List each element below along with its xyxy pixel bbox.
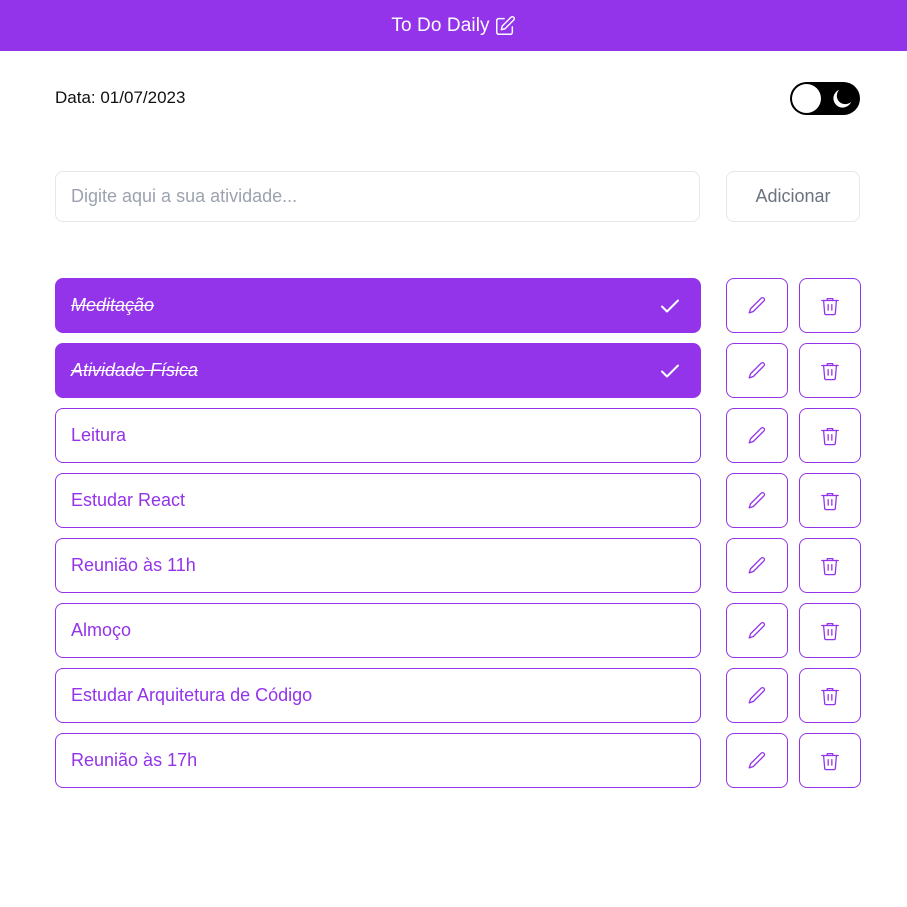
current-date: Data: 01/07/2023 — [55, 88, 186, 107]
check-icon — [658, 359, 682, 388]
task-label: Estudar Arquitetura de Código — [71, 685, 313, 705]
task-item[interactable]: Almoço — [55, 603, 701, 658]
trash-icon — [819, 620, 841, 642]
pencil-icon — [746, 750, 768, 772]
task-item[interactable]: Atividade Física — [55, 343, 701, 398]
pencil-icon — [746, 555, 768, 577]
theme-toggle[interactable] — [790, 82, 860, 115]
delete-task-button[interactable] — [799, 408, 861, 463]
edit-icon — [494, 15, 516, 37]
delete-task-button[interactable] — [799, 538, 861, 593]
task-label: Reunião às 11h — [71, 555, 196, 575]
task-label: Meditação — [71, 295, 155, 315]
task-label: Reunião às 17h — [71, 750, 198, 770]
edit-task-button[interactable] — [726, 473, 788, 528]
pencil-icon — [746, 620, 768, 642]
delete-task-button[interactable] — [799, 733, 861, 788]
task-row: Estudar React — [55, 473, 861, 528]
task-label: Estudar React — [71, 490, 186, 510]
task-row: Almoço — [55, 603, 861, 658]
pencil-icon — [746, 295, 768, 317]
edit-task-button[interactable] — [726, 733, 788, 788]
task-row: Estudar Arquitetura de Código — [55, 668, 861, 723]
task-row: Reunião às 17h — [55, 733, 861, 788]
edit-task-button[interactable] — [726, 668, 788, 723]
delete-task-button[interactable] — [799, 278, 861, 333]
edit-task-button[interactable] — [726, 603, 788, 658]
delete-task-button[interactable] — [799, 603, 861, 658]
task-row: Atividade Física — [55, 343, 861, 398]
edit-task-button[interactable] — [726, 343, 788, 398]
check-icon — [658, 294, 682, 323]
pencil-icon — [746, 685, 768, 707]
task-row: Leitura — [55, 408, 861, 463]
delete-task-button[interactable] — [799, 343, 861, 398]
task-item[interactable]: Reunião às 17h — [55, 733, 701, 788]
trash-icon — [819, 425, 841, 447]
edit-task-button[interactable] — [726, 408, 788, 463]
pencil-icon — [746, 490, 768, 512]
task-label: Atividade Física — [71, 360, 199, 380]
trash-icon — [819, 490, 841, 512]
add-task-button[interactable]: Adicionar — [726, 171, 860, 222]
task-item[interactable]: Meditação — [55, 278, 701, 333]
trash-icon — [819, 555, 841, 577]
task-item[interactable]: Reunião às 11h — [55, 538, 701, 593]
task-item[interactable]: Estudar Arquitetura de Código — [55, 668, 701, 723]
task-label: Leitura — [71, 425, 127, 445]
edit-task-button[interactable] — [726, 278, 788, 333]
delete-task-button[interactable] — [799, 473, 861, 528]
trash-icon — [819, 295, 841, 317]
new-task-input[interactable] — [55, 171, 700, 222]
task-row: Meditação — [55, 278, 861, 333]
task-list: Meditação Atividade Física Leitura Estudar … — [55, 278, 861, 798]
trash-icon — [819, 750, 841, 772]
edit-task-button[interactable] — [726, 538, 788, 593]
delete-task-button[interactable] — [799, 668, 861, 723]
task-item[interactable]: Leitura — [55, 408, 701, 463]
toggle-knob — [792, 84, 821, 113]
app-header: To Do Daily — [0, 0, 907, 51]
trash-icon — [819, 685, 841, 707]
app-title: To Do Daily — [391, 14, 490, 36]
pencil-icon — [746, 425, 768, 447]
pencil-icon — [746, 360, 768, 382]
moon-icon — [829, 86, 855, 117]
trash-icon — [819, 360, 841, 382]
task-item[interactable]: Estudar React — [55, 473, 701, 528]
task-row: Reunião às 11h — [55, 538, 861, 593]
task-label: Almoço — [71, 620, 132, 640]
